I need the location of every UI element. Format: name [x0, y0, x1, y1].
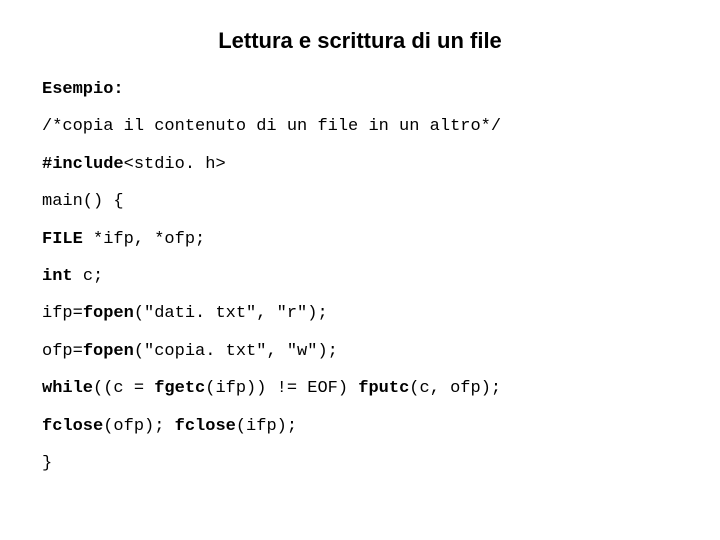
code-text: (ifp)) != EOF) — [205, 379, 358, 398]
slide-title: Lettura e scrittura di un file — [42, 28, 678, 54]
code-text: fopen — [83, 304, 134, 323]
code-text: fclose — [175, 417, 236, 436]
code-text: fputc — [358, 379, 409, 398]
code-text: c; — [83, 267, 103, 286]
code-line: while((c = fgetc(ifp)) != EOF) fputc(c, … — [42, 379, 678, 399]
code-text: main() { — [42, 192, 124, 211]
code-line: } — [42, 454, 678, 474]
code-text: (c, ofp); — [409, 379, 501, 398]
code-line: ifp=fopen("dati. txt", "r"); — [42, 304, 678, 324]
code-text: fopen — [83, 342, 134, 361]
code-text: (ifp); — [236, 417, 297, 436]
code-text: (ofp); — [103, 417, 174, 436]
code-line: /*copia il contenuto di un file in un al… — [42, 117, 678, 137]
code-text: while — [42, 379, 93, 398]
code-text: *ifp, *ofp; — [93, 230, 205, 249]
code-line: FILE *ifp, *ofp; — [42, 230, 678, 250]
code-text: ("dati. txt", "r"); — [134, 304, 328, 323]
code-text: Esempio: — [42, 80, 124, 99]
code-line: ofp=fopen("copia. txt", "w"); — [42, 342, 678, 362]
code-line: Esempio: — [42, 80, 678, 100]
code-text: ("copia. txt", "w"); — [134, 342, 338, 361]
code-text: fgetc — [154, 379, 205, 398]
code-line: #include<stdio. h> — [42, 155, 678, 175]
code-text: } — [42, 454, 52, 473]
code-text: FILE — [42, 230, 93, 249]
code-line: fclose(ofp); fclose(ifp); — [42, 417, 678, 437]
code-text: ifp= — [42, 304, 83, 323]
code-line: main() { — [42, 192, 678, 212]
slide: Lettura e scrittura di un file Esempio: … — [0, 0, 720, 540]
code-text: ofp= — [42, 342, 83, 361]
code-text: fclose — [42, 417, 103, 436]
code-text: int — [42, 267, 83, 286]
code-text: /*copia il contenuto di un file in un al… — [42, 117, 501, 136]
code-text: <stdio. h> — [124, 155, 226, 174]
code-line: int c; — [42, 267, 678, 287]
code-text: ((c = — [93, 379, 154, 398]
code-text: #include — [42, 155, 124, 174]
